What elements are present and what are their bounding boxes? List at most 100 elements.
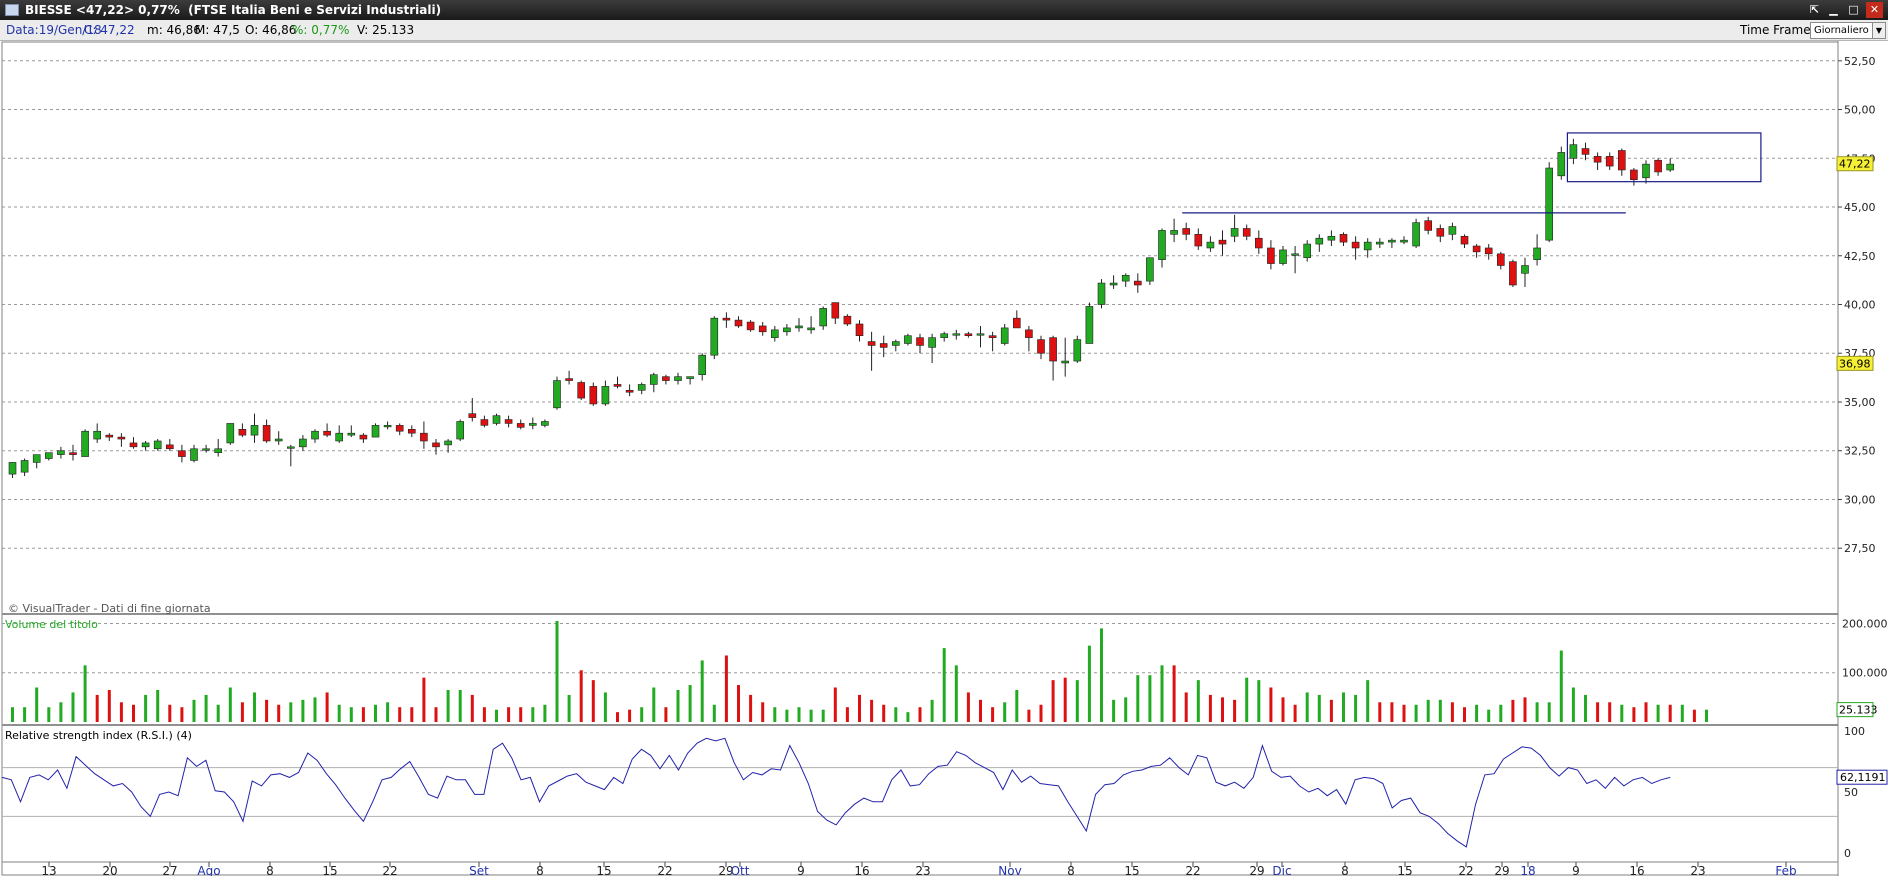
candle-body — [69, 452, 77, 455]
volume-bar — [325, 692, 329, 722]
candle-body — [444, 440, 452, 446]
info-change: %: 0,77% — [292, 23, 350, 37]
minimize-button[interactable]: ▁ — [1825, 2, 1842, 18]
x-tick-label: Feb — [1775, 864, 1796, 876]
window-title: BIESSE <47,22> 0,77% (FTSE Italia Beni e… — [25, 3, 442, 17]
candle-body — [1630, 169, 1638, 181]
candle-body — [1593, 156, 1602, 163]
candle-body — [710, 317, 719, 356]
volume-bar — [277, 704, 281, 722]
x-tick-label: 13 — [41, 864, 56, 876]
candle-body — [432, 442, 440, 448]
candle-body — [359, 434, 368, 440]
volume-bar — [1329, 699, 1333, 722]
volume-bar — [724, 655, 728, 722]
candle-body — [166, 444, 174, 450]
volume-bar — [579, 670, 583, 722]
volume-bar — [628, 709, 632, 722]
volume-bar — [966, 692, 970, 722]
volume-bar — [882, 704, 886, 722]
volume-bar — [156, 689, 160, 722]
candle-body — [1642, 163, 1650, 179]
volume-bar — [979, 699, 982, 722]
candle-body — [480, 419, 489, 426]
volume-bar — [1584, 694, 1587, 722]
volume-bar — [1680, 704, 1684, 722]
volume-bar — [1632, 707, 1636, 722]
volume-bar — [1087, 645, 1091, 722]
volume-bar — [918, 707, 922, 722]
price-tick-label: 45,00 — [1844, 201, 1876, 214]
candle-body — [565, 378, 573, 381]
x-tick-label: 9 — [1572, 864, 1580, 876]
volume-bar — [1015, 689, 1019, 722]
volume-bar — [1705, 709, 1708, 722]
candle-body — [1521, 265, 1529, 274]
volume-bar — [1523, 697, 1527, 722]
volume-bar — [374, 704, 377, 722]
candle-body — [795, 325, 803, 329]
candle-body — [867, 341, 876, 346]
volume-bar — [495, 709, 498, 722]
x-tick-label: Ago — [197, 864, 220, 876]
volume-bar — [301, 699, 305, 722]
candle-body — [202, 448, 210, 451]
rsi-panel-title: Relative strength index (R.S.I.) (4) — [5, 729, 192, 742]
candle-body — [1255, 237, 1263, 249]
volume-bar — [35, 687, 39, 722]
volume-bar — [107, 689, 111, 722]
chart-footer: © VisualTrader - Dati di fine giornata — [8, 602, 211, 615]
candle-body — [879, 343, 888, 348]
candle-body — [20, 460, 29, 473]
chevron-down-icon: ▼ — [1872, 23, 1885, 38]
candle-body — [1012, 317, 1021, 329]
quote-info-bar: Data:19/Gen/18 C: 47,22 m: 46,86 M: 47,5… — [0, 20, 1888, 41]
candle-body — [1472, 245, 1481, 253]
chart-area[interactable]: 52,5050,0047,5045,0042,5040,0037,5035,00… — [0, 41, 1888, 876]
volume-bar — [1608, 702, 1612, 722]
volume-bar — [1293, 704, 1297, 722]
candle-body — [1618, 150, 1626, 171]
candle-body — [1460, 235, 1469, 245]
price-tick-label: 52,50 — [1844, 55, 1876, 68]
volume-bar — [712, 704, 716, 722]
volume-bar — [1342, 692, 1345, 722]
candle-body — [250, 425, 259, 436]
rsi-last-tag: 62,1191 — [1840, 771, 1886, 784]
volume-bar — [531, 707, 535, 722]
candle-body — [1000, 327, 1009, 344]
volume-bar — [482, 707, 486, 722]
close-button[interactable]: ✕ — [1866, 2, 1883, 18]
candle-body — [1557, 152, 1566, 177]
x-tick-label: 8 — [536, 864, 544, 876]
volume-bar — [132, 704, 135, 722]
candle-body — [1182, 228, 1190, 235]
maximize-button[interactable]: □ — [1845, 2, 1862, 18]
volume-bar — [1692, 709, 1696, 722]
volume-bar — [47, 707, 51, 722]
candle-body — [93, 430, 101, 440]
x-tick-label: 22 — [1185, 864, 1200, 876]
volume-bar — [1475, 704, 1479, 722]
candle-body — [1061, 360, 1069, 364]
volume-bar — [942, 648, 946, 722]
candle-body — [770, 329, 779, 338]
candle-body — [190, 448, 198, 461]
candle-body — [1533, 247, 1541, 260]
candle-body — [613, 384, 622, 387]
price-tick-label: 30,00 — [1844, 493, 1876, 506]
candle-body — [1654, 159, 1662, 173]
time-frame-label: Time Frame — [1740, 23, 1811, 37]
volume-bar — [1245, 677, 1249, 722]
candle-body — [831, 302, 840, 319]
candle-body — [57, 450, 65, 455]
rsi-tick-label: 50 — [1844, 786, 1858, 799]
x-tick-label: 18 — [1520, 864, 1535, 876]
candle-body — [1400, 239, 1408, 243]
pin-icon[interactable]: ⇱ — [1806, 2, 1823, 18]
time-frame-select[interactable]: Giornaliero ▼ — [1810, 22, 1886, 39]
candle-body — [1194, 234, 1203, 247]
candle-body — [589, 386, 598, 405]
app-icon — [5, 4, 19, 16]
candle-body — [1109, 282, 1118, 286]
